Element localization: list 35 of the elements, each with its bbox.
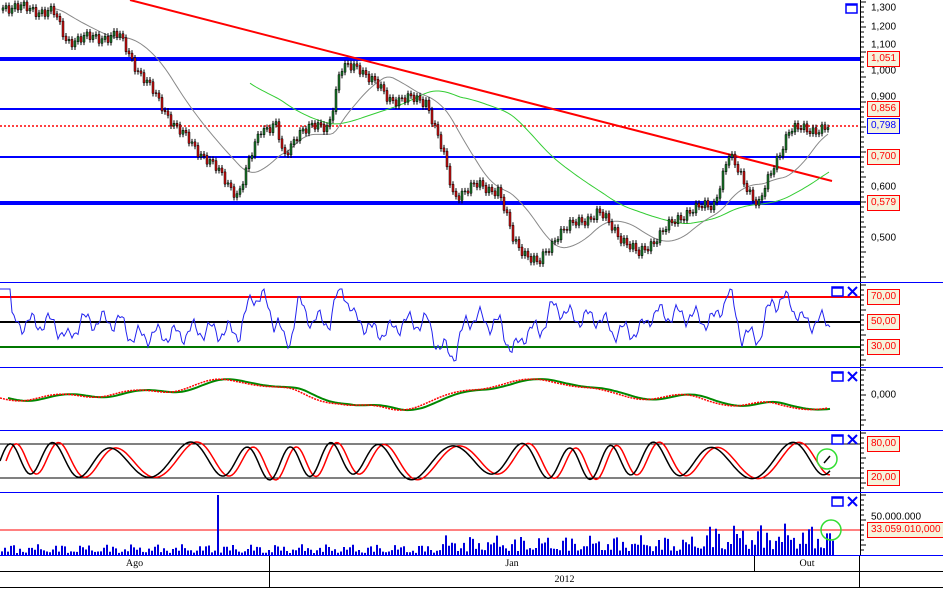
price-tag: 1,051 [867,51,900,67]
circle-marker-icon [820,519,842,541]
price-tag: 33.059.010,000 [867,522,943,538]
price-tag: 20,00 [867,470,900,486]
axis-label: 1,100 [871,40,896,50]
month-label: Ago [0,556,270,571]
price-tag: 80,00 [867,436,900,452]
axis-label: 0,900 [871,92,896,102]
maximize-icon[interactable] [831,496,844,507]
axis-label: 0,000 [871,390,896,400]
axis-label: 1,300 [871,2,896,14]
price-tag: 0,856 [867,101,900,117]
circle-marker-icon [816,448,838,470]
close-icon[interactable] [847,371,858,382]
close-icon[interactable] [847,286,858,297]
close-icon[interactable] [847,434,858,445]
price-tag: 50,00 [867,314,900,330]
price-tag: 70,00 [867,289,900,305]
month-label: Jan [270,556,755,571]
close-icon[interactable] [847,496,858,507]
axis-label: 0,600 [871,182,896,192]
axis-label: 0,500 [871,232,896,244]
year-label: 2012 [270,572,860,587]
axis-label: 1,200 [871,22,896,32]
price-tag: 0,579 [867,195,900,211]
maximize-icon[interactable] [831,434,844,445]
maximize-icon[interactable] [845,3,858,14]
maximize-icon[interactable] [831,286,844,297]
price-tag: 0,798 [867,118,900,134]
price-tag: 30,00 [867,339,900,355]
maximize-icon[interactable] [831,371,844,382]
month-label: Out [755,556,860,571]
price-tag: 0,700 [867,149,900,165]
axis-ticks-drawing [861,432,866,488]
axis-label: 50.000.000 [871,512,922,522]
